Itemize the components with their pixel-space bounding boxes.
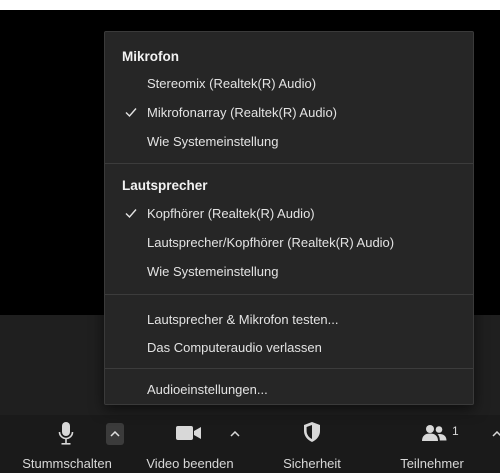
participants-options-caret-button[interactable] xyxy=(488,423,500,445)
checkmark-icon xyxy=(125,209,137,219)
video-options-caret-button[interactable] xyxy=(226,423,244,445)
menu-divider xyxy=(105,294,473,295)
menu-item-label: Kopfhörer (Realtek(R) Audio) xyxy=(147,206,315,221)
menu-item-microphone-system-default[interactable]: Wie Systemeinstellung xyxy=(105,130,473,154)
menu-item-speaker-headphones[interactable]: Kopfhörer (Realtek(R) Audio) xyxy=(105,202,473,226)
chevron-up-icon xyxy=(230,431,240,437)
microphone-icon xyxy=(58,422,74,445)
checkmark-icon xyxy=(125,108,137,118)
shield-icon xyxy=(304,422,320,442)
meeting-toolbar: Stummschalten Video beenden Sicherheit 1… xyxy=(0,415,500,473)
menu-item-leave-computer-audio[interactable]: Das Computeraudio verlassen xyxy=(105,336,473,360)
speaker-section-header: Lautsprecher xyxy=(122,178,208,193)
microphone-section-header: Mikrofon xyxy=(122,49,179,64)
video-camera-icon xyxy=(176,426,201,440)
participant-count-badge: 1 xyxy=(452,424,459,438)
audio-options-caret-button[interactable] xyxy=(106,423,124,445)
participants-label: Teilnehmer xyxy=(400,456,464,471)
mute-button[interactable]: Stummschalten xyxy=(0,415,134,473)
menu-divider xyxy=(105,368,473,369)
chevron-up-icon xyxy=(492,431,500,437)
menu-item-label: Audioeinstellungen... xyxy=(147,382,268,397)
chevron-up-icon xyxy=(110,431,120,437)
security-button[interactable]: Sicherheit xyxy=(262,415,362,473)
mute-label: Stummschalten xyxy=(22,456,112,471)
participants-icon xyxy=(422,425,447,441)
stop-video-label: Video beenden xyxy=(146,456,234,471)
menu-item-label: Das Computeraudio verlassen xyxy=(147,340,322,355)
menu-item-speaker-speakers-headphones[interactable]: Lautsprecher/Kopfhörer (Realtek(R) Audio… xyxy=(105,231,473,255)
menu-item-label: Stereomix (Realtek(R) Audio) xyxy=(147,76,317,91)
menu-item-test-audio[interactable]: Lautsprecher & Mikrofon testen... xyxy=(105,308,473,332)
menu-item-speaker-system-default[interactable]: Wie Systemeinstellung xyxy=(105,260,473,284)
menu-item-label: Lautsprecher & Mikrofon testen... xyxy=(147,312,339,327)
menu-item-label: Wie Systemeinstellung xyxy=(147,264,279,279)
participants-button[interactable]: 1 Teilnehmer xyxy=(382,415,482,473)
audio-options-menu: Mikrofon Stereomix (Realtek(R) Audio) Mi… xyxy=(104,31,474,405)
menu-item-audio-settings[interactable]: Audioeinstellungen... xyxy=(105,378,473,402)
menu-divider xyxy=(105,163,473,164)
menu-item-label: Wie Systemeinstellung xyxy=(147,134,279,149)
stop-video-button[interactable]: Video beenden xyxy=(134,415,246,473)
security-label: Sicherheit xyxy=(283,456,341,471)
menu-item-microphone-array[interactable]: Mikrofonarray (Realtek(R) Audio) xyxy=(105,101,473,125)
menu-item-microphone-stereomix[interactable]: Stereomix (Realtek(R) Audio) xyxy=(105,72,473,96)
menu-item-label: Mikrofonarray (Realtek(R) Audio) xyxy=(147,105,338,120)
menu-item-label: Lautsprecher/Kopfhörer (Realtek(R) Audio… xyxy=(147,235,395,250)
